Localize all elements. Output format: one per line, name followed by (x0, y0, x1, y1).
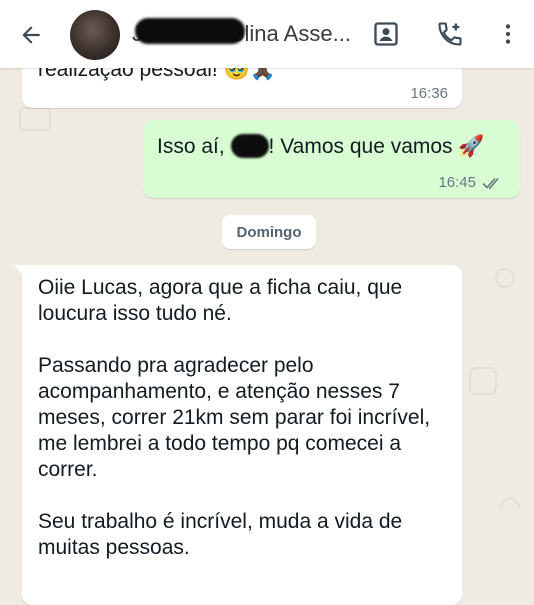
chat-header: Joana Karolina Asse... (0, 0, 534, 68)
add-call-button[interactable] (432, 16, 468, 52)
message-bubble-outgoing[interactable]: Isso aí, ! Vamos que vamos 🚀 16:45 (143, 120, 520, 198)
contact-card-icon (374, 22, 398, 46)
message-paragraph: Seu trabalho é incrível, muda a vida de … (38, 510, 403, 559)
phone-plus-icon (438, 22, 462, 46)
contact-avatar[interactable] (70, 10, 120, 60)
redaction-mark (230, 134, 269, 158)
message-text-end: ! Vamos que vamos 🚀 (268, 135, 485, 158)
contact-card-button[interactable] (368, 16, 404, 52)
more-vertical-icon (505, 24, 511, 44)
message-time: 16:36 (410, 85, 448, 102)
message-time: 16:45 (438, 174, 476, 191)
arrow-left-icon (22, 26, 40, 44)
double-check-icon (482, 177, 499, 189)
day-separator: Domingo (222, 215, 316, 249)
more-options-button[interactable] (490, 16, 526, 52)
message-paragraph: Oiie Lucas, agora que a ficha caiu, que … (38, 276, 403, 325)
message-meta: 16:45 (438, 174, 504, 191)
message-text-start: Isso aí, (157, 135, 231, 158)
redaction-mark (135, 18, 245, 44)
message-paragraph: Passando pra agradecer pelo acompanhamen… (38, 354, 431, 481)
message-bubble-incoming[interactable]: Oiie Lucas, agora que a ficha caiu, que … (22, 265, 462, 605)
back-button[interactable] (14, 18, 48, 52)
message-text: Isso aí, ! Vamos que vamos 🚀 (157, 134, 485, 159)
